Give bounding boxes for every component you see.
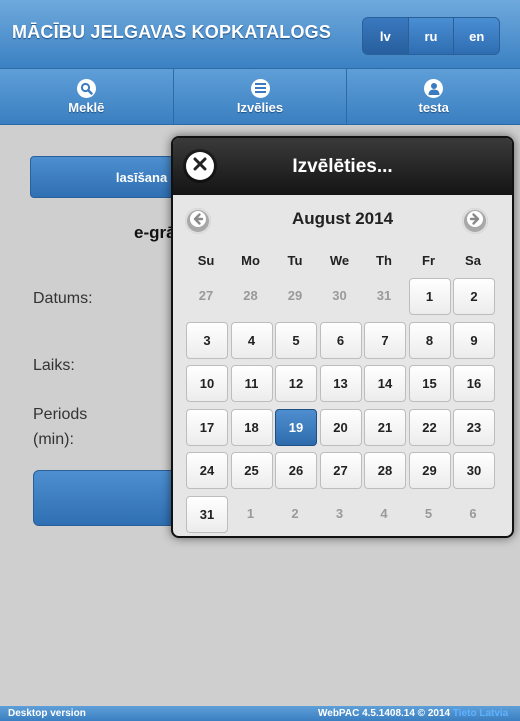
weekday-header: We bbox=[329, 253, 350, 268]
calendar-day[interactable]: 14 bbox=[364, 365, 406, 402]
calendar-day[interactable]: 11 bbox=[230, 365, 273, 402]
calendar-day[interactable]: 17 bbox=[186, 408, 228, 446]
calendar-day[interactable]: 25 bbox=[230, 452, 273, 489]
calendar-day[interactable]: 15 bbox=[408, 365, 451, 402]
calendar-day[interactable]: 2 bbox=[453, 278, 495, 315]
calendar-day[interactable]: 22 bbox=[408, 408, 451, 446]
footer-version-text: WebPAC 4.5.1408.14 © 2014 bbox=[318, 708, 451, 719]
close-button[interactable] bbox=[186, 152, 214, 180]
calendar-day[interactable]: 10 bbox=[186, 365, 228, 402]
calendar-day: 31 bbox=[376, 288, 392, 303]
app-title: MĀCĪBU JELGAVAS KOPKATALOGS bbox=[12, 22, 332, 42]
nav-item-user[interactable]: testa bbox=[347, 69, 520, 124]
footer-brand-link[interactable]: Tieto Latvia bbox=[453, 708, 508, 719]
lang-button-lv[interactable]: lv bbox=[363, 18, 409, 54]
calendar-day: 5 bbox=[424, 505, 433, 521]
calendar-day: 30 bbox=[332, 288, 347, 303]
nav-label-user: testa bbox=[418, 99, 449, 115]
datepicker-dialog: Izvēlēties... August 2014 Su Mo Tu We Th Fr Sa… bbox=[171, 136, 514, 538]
close-icon bbox=[193, 157, 207, 176]
calendar-day: 2 bbox=[291, 505, 299, 521]
time-label: Laiks: bbox=[33, 357, 75, 374]
main-navbar: Meklē Izvēlies testa bbox=[0, 69, 520, 125]
calendar-day[interactable]: 8 bbox=[408, 321, 451, 359]
calendar-day[interactable]: 20 bbox=[319, 408, 362, 446]
weekday-header: Th bbox=[376, 253, 392, 268]
menu-list-icon bbox=[250, 78, 270, 98]
calendar-day[interactable]: 28 bbox=[364, 452, 406, 489]
calendar-day[interactable]: 6 bbox=[319, 321, 362, 359]
month-row: August 2014 bbox=[173, 205, 512, 237]
language-switcher: lv ru en bbox=[362, 17, 500, 55]
lang-button-ru[interactable]: ru bbox=[408, 18, 455, 54]
calendar-day[interactable]: 13 bbox=[319, 365, 362, 402]
calendar-day[interactable]: 18 bbox=[230, 408, 273, 446]
calendar-day: 1 bbox=[246, 505, 255, 521]
calendar-day[interactable]: 30 bbox=[453, 452, 495, 489]
weekday-header: Mo bbox=[241, 253, 260, 268]
nav-label-choose: Izvēlies bbox=[236, 99, 284, 115]
calendar-day[interactable]: 7 bbox=[364, 321, 406, 359]
calendar-day: 6 bbox=[469, 505, 477, 521]
calendar-day: 29 bbox=[287, 288, 303, 303]
calendar-day[interactable]: 24 bbox=[186, 452, 228, 489]
calendar-day[interactable]: 16 bbox=[453, 365, 495, 402]
calendar-day[interactable]: 27 bbox=[319, 452, 362, 489]
calendar-day: 3 bbox=[335, 505, 344, 521]
calendar-day-selected[interactable]: 19 bbox=[275, 408, 317, 446]
nav-item-search[interactable]: Meklē bbox=[0, 69, 174, 124]
calendar-day: 28 bbox=[243, 288, 258, 303]
desktop-version-link[interactable]: Desktop version bbox=[8, 708, 86, 719]
arrow-right-icon bbox=[467, 210, 483, 232]
footer-copyright: WebPAC 4.5.1408.14 © 2014 Tieto Latvia bbox=[318, 708, 508, 719]
weekday-header: Sa bbox=[465, 253, 481, 268]
nav-label-search: Meklē bbox=[68, 99, 105, 115]
content-heading: e-grā bbox=[134, 223, 176, 242]
weekday-header: Fr bbox=[422, 253, 435, 268]
calendar-day[interactable]: 4 bbox=[230, 321, 273, 359]
calendar-day[interactable]: 29 bbox=[408, 452, 451, 489]
calendar-day: 27 bbox=[198, 288, 214, 303]
calendar-day[interactable]: 3 bbox=[186, 321, 228, 359]
calendar-day[interactable]: 26 bbox=[275, 452, 317, 489]
period-label-line1: Periods bbox=[33, 406, 88, 423]
next-month-button[interactable] bbox=[462, 208, 488, 234]
calendar-day: 4 bbox=[380, 505, 388, 521]
search-icon bbox=[76, 78, 96, 98]
page-footer: Desktop version WebPAC 4.5.1408.14 © 201… bbox=[0, 706, 520, 721]
calendar-day[interactable]: 1 bbox=[408, 278, 451, 315]
date-label: Datums: bbox=[33, 290, 93, 307]
calendar-day[interactable]: 23 bbox=[453, 408, 495, 446]
user-icon bbox=[424, 78, 444, 98]
nav-item-choose[interactable]: Izvēlies bbox=[174, 69, 348, 124]
calendar-day[interactable]: 5 bbox=[275, 321, 317, 359]
weekday-header: Tu bbox=[287, 253, 303, 268]
lang-button-en[interactable]: en bbox=[454, 18, 499, 54]
weekday-header: Su bbox=[197, 253, 215, 268]
dialog-title: Izvēlēties... bbox=[292, 155, 393, 177]
calendar-day[interactable]: 21 bbox=[364, 408, 406, 446]
calendar-day[interactable]: 9 bbox=[453, 321, 495, 359]
app-header: MĀCĪBU JELGAVAS KOPKATALOGS lv ru en bbox=[0, 0, 520, 69]
calendar-day[interactable]: 31 bbox=[186, 495, 228, 533]
period-label-line2: (min): bbox=[33, 431, 74, 448]
calendar-day[interactable]: 12 bbox=[275, 365, 317, 402]
